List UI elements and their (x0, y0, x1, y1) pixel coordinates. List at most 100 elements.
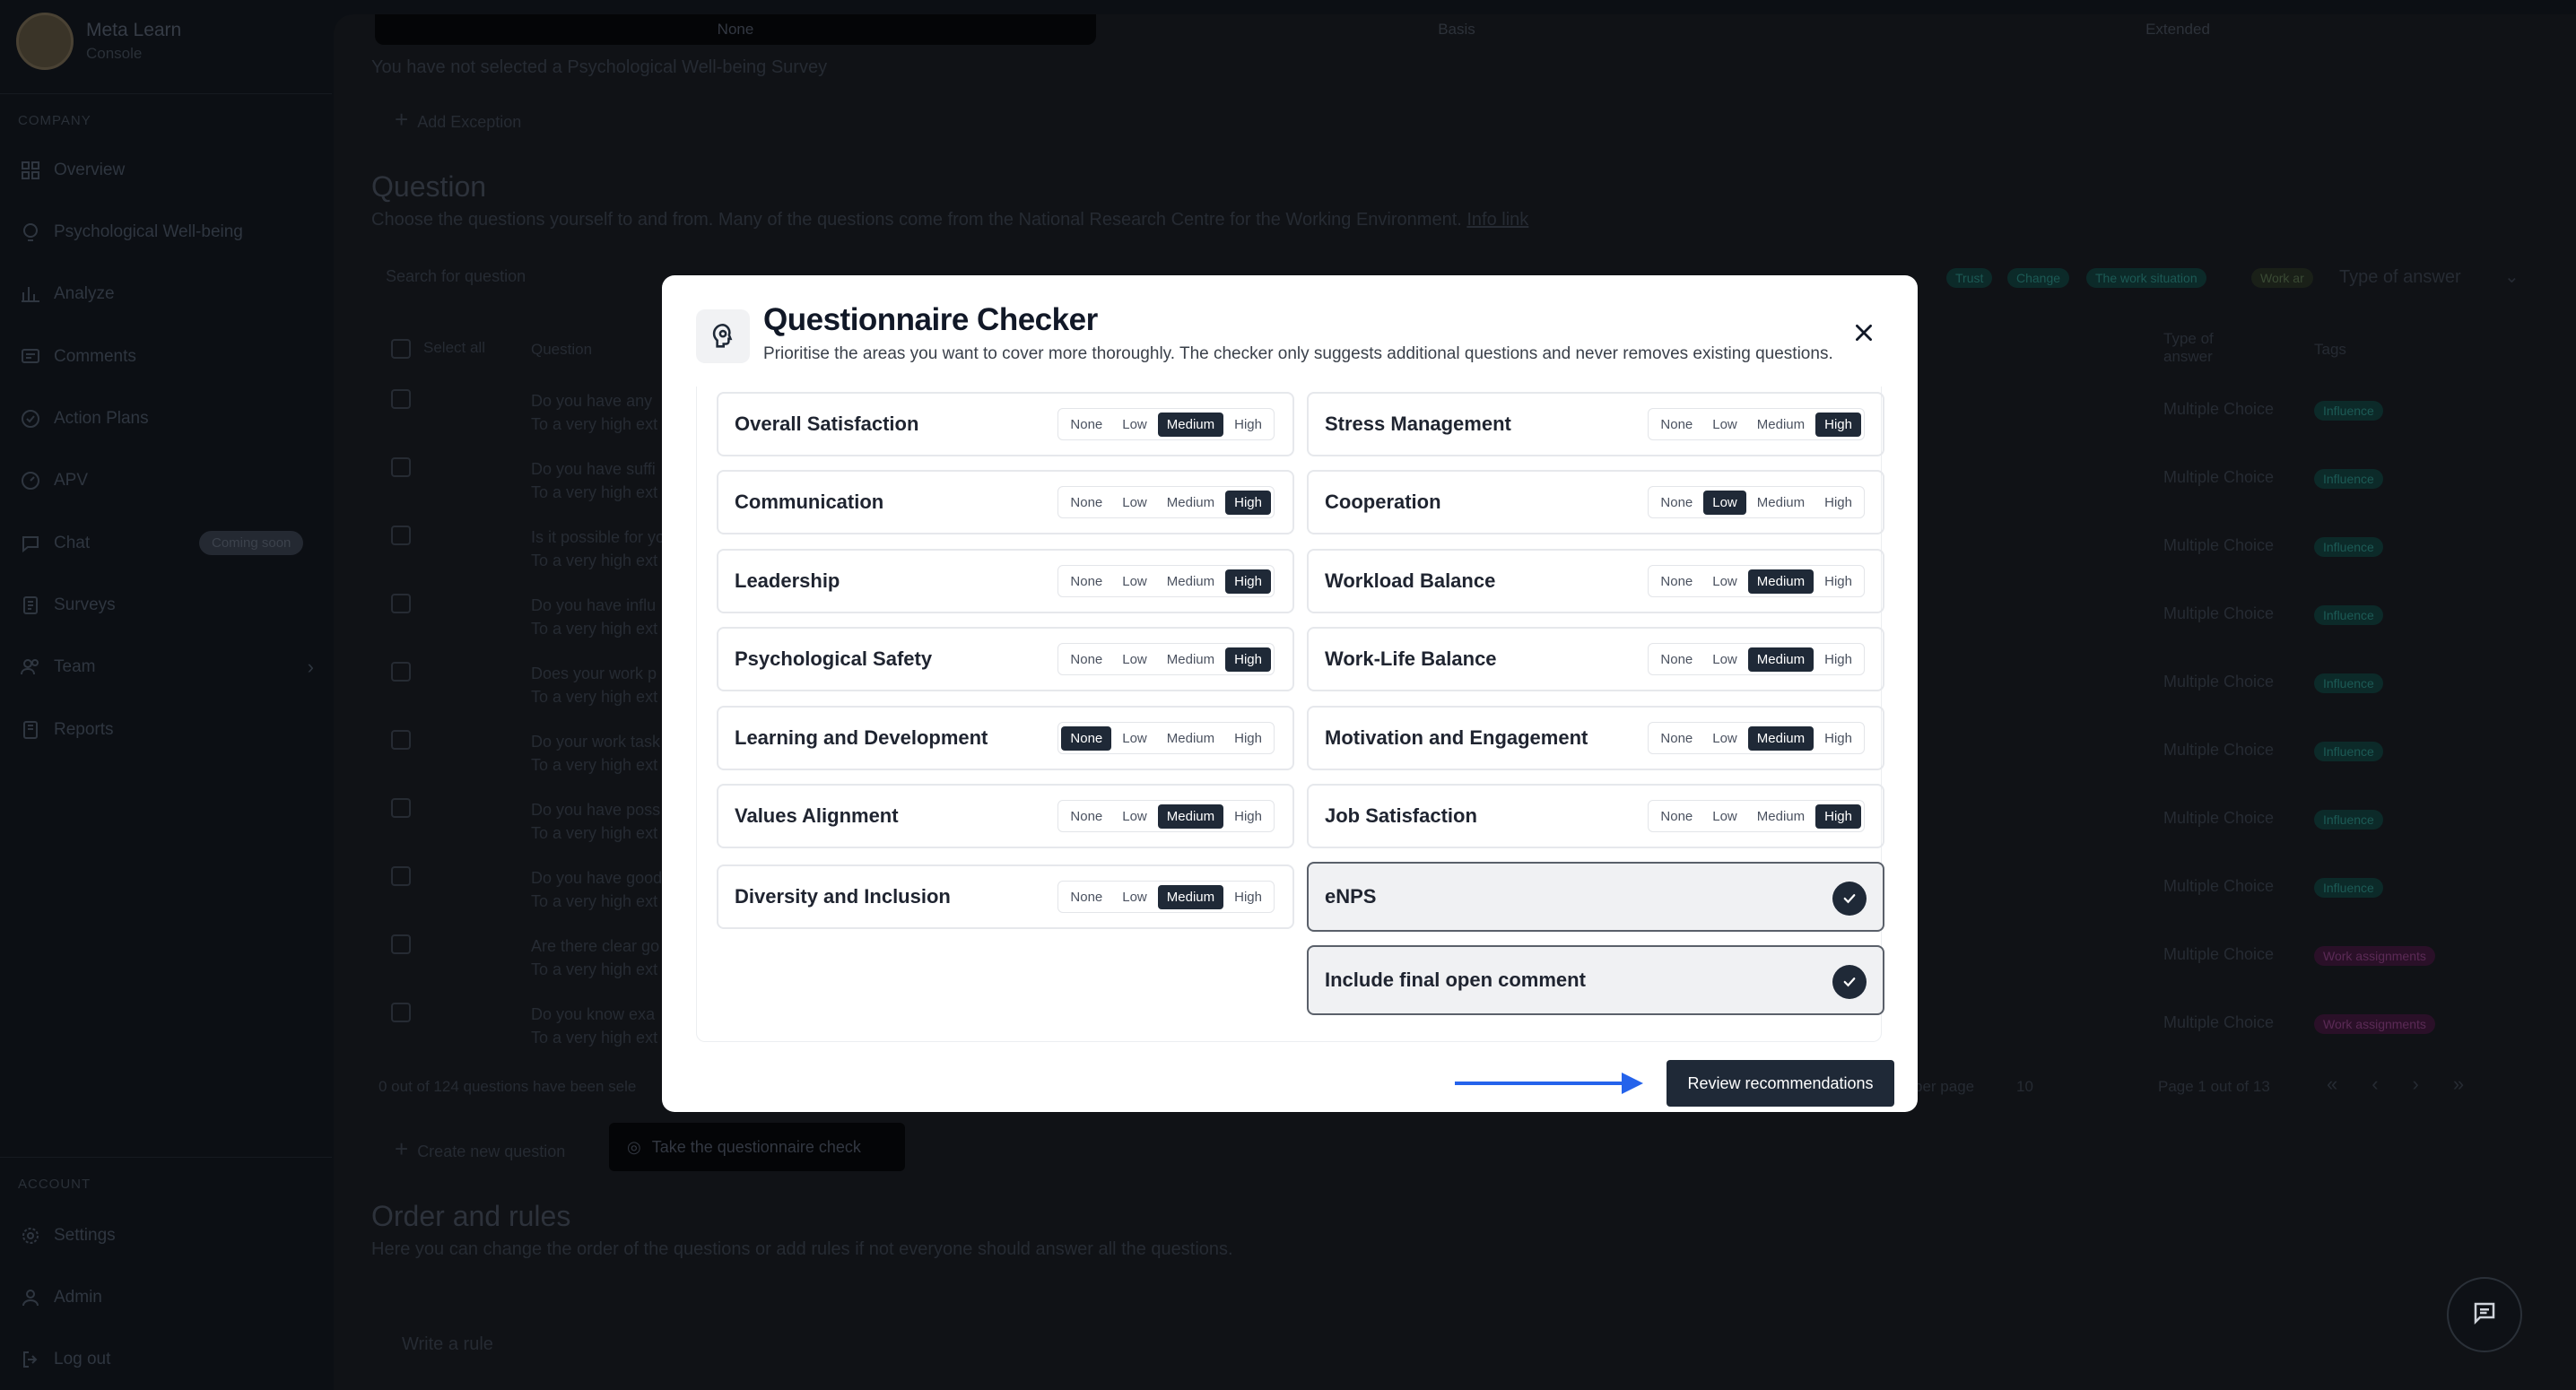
option-medium[interactable]: Medium (1747, 647, 1815, 672)
option-none[interactable]: None (1651, 726, 1701, 751)
option-none[interactable]: None (1061, 725, 1112, 751)
search-question-input[interactable]: Search for question (386, 267, 526, 286)
sidebar-item-overview[interactable]: Overview (18, 158, 314, 183)
option-medium[interactable]: Medium (1748, 804, 1814, 829)
filter-tag[interactable]: Work ar (2251, 268, 2313, 288)
option-medium[interactable]: Medium (1748, 413, 1814, 437)
sidebar-item-admin[interactable]: Admin (18, 1285, 314, 1310)
option-none[interactable]: None (1061, 647, 1111, 672)
option-low[interactable]: Low (1113, 804, 1156, 829)
row-checkbox[interactable] (391, 934, 411, 954)
option-medium[interactable]: Medium (1747, 569, 1815, 594)
row-checkbox[interactable] (391, 798, 411, 818)
option-low[interactable]: Low (1113, 491, 1156, 515)
option-high[interactable]: High (1815, 491, 1861, 515)
option-high[interactable]: High (1815, 804, 1861, 829)
sidebar-item-action-plans[interactable]: Action Plans (18, 406, 314, 431)
option-low[interactable]: Low (1113, 647, 1156, 672)
close-icon[interactable] (1848, 317, 1880, 349)
sidebar-item-analyze[interactable]: Analyze (18, 282, 314, 307)
option-none[interactable]: None (1061, 804, 1111, 829)
option-low[interactable]: Low (1703, 490, 1746, 515)
option-low[interactable]: Low (1703, 647, 1746, 672)
option-none[interactable]: None (1061, 413, 1111, 437)
create-new-question-button[interactable]: + Create new question (395, 1135, 565, 1163)
option-high[interactable]: High (1225, 569, 1271, 594)
row-checkbox[interactable] (391, 594, 411, 613)
option-low[interactable]: Low (1113, 413, 1156, 437)
option-none[interactable]: None (1651, 647, 1701, 672)
review-recommendations-button[interactable]: Review recommendations (1667, 1060, 1894, 1107)
row-checkbox[interactable] (391, 662, 411, 682)
sidebar-item-surveys[interactable]: Surveys (18, 593, 314, 618)
option-none[interactable]: None (1061, 491, 1111, 515)
sidebar-item-apv[interactable]: APV (18, 468, 314, 493)
sidebar-item-psychological-well-being[interactable]: Psychological Well-being (18, 220, 314, 245)
sidebar-item-log-out[interactable]: Log out (18, 1347, 314, 1372)
option-low[interactable]: Low (1703, 726, 1746, 751)
pagination-controls[interactable]: «‹›» (2327, 1073, 2498, 1096)
sidebar-item-reports[interactable]: Reports (18, 717, 314, 743)
tab-none[interactable]: None (375, 14, 1096, 45)
rule-input[interactable]: Write a rule (402, 1334, 493, 1355)
answer-type: Multiple Choice (2163, 741, 2275, 759)
option-none[interactable]: None (1061, 885, 1111, 909)
option-low[interactable]: Low (1113, 885, 1156, 909)
option-high[interactable]: High (1815, 647, 1861, 672)
type-of-answer-filter[interactable]: Type of answer (2339, 267, 2461, 288)
row-checkbox[interactable] (391, 866, 411, 886)
option-low[interactable]: Low (1113, 726, 1156, 751)
add-exception-button[interactable]: + Add Exception (395, 106, 521, 134)
option-medium[interactable]: Medium (1158, 647, 1223, 672)
tab-basis[interactable]: Basis (1096, 14, 1817, 45)
row-checkbox[interactable] (391, 389, 411, 409)
option-high[interactable]: High (1225, 804, 1271, 829)
sidebar-item-label: Log out (54, 1350, 111, 1368)
option-low[interactable]: Low (1703, 569, 1746, 594)
option-none[interactable]: None (1651, 804, 1701, 829)
brand[interactable]: Meta Learn Console (16, 13, 181, 70)
select-all-checkbox[interactable] (391, 339, 411, 359)
option-high[interactable]: High (1815, 569, 1861, 594)
tab-extended[interactable]: Extended (1817, 14, 2538, 45)
row-checkbox[interactable] (391, 457, 411, 477)
option-none[interactable]: None (1061, 569, 1111, 594)
option-high[interactable]: High (1225, 647, 1271, 672)
option-low[interactable]: Low (1703, 413, 1746, 437)
sidebar-item-comments[interactable]: Comments (18, 344, 314, 369)
option-medium[interactable]: Medium (1158, 569, 1223, 594)
row-checkbox[interactable] (391, 1003, 411, 1022)
sidebar-item-settings[interactable]: Settings (18, 1223, 314, 1248)
per-page-select[interactable]: 10 (2016, 1078, 2033, 1096)
option-medium[interactable]: Medium (1158, 726, 1223, 751)
option-high[interactable]: High (1815, 726, 1861, 751)
filter-tag[interactable]: The work situation (2086, 268, 2206, 288)
option-none[interactable]: None (1651, 413, 1701, 437)
filter-tag[interactable]: Change (2007, 268, 2070, 288)
option-medium[interactable]: Medium (1157, 412, 1224, 437)
option-medium[interactable]: Medium (1157, 884, 1224, 909)
option-high[interactable]: High (1225, 726, 1271, 751)
option-low[interactable]: Low (1703, 804, 1746, 829)
option-medium[interactable]: Medium (1747, 725, 1815, 751)
info-link[interactable]: Info link (1466, 210, 1528, 230)
option-high[interactable]: High (1225, 885, 1271, 909)
take-questionnaire-check-button[interactable]: ◎ Take the questionnaire check (609, 1123, 905, 1171)
chat-widget-button[interactable] (2447, 1277, 2522, 1352)
chat-icon (2471, 1299, 2498, 1331)
option-medium[interactable]: Medium (1748, 491, 1814, 515)
option-none[interactable]: None (1651, 491, 1701, 515)
row-checkbox[interactable] (391, 730, 411, 750)
row-checkbox[interactable] (391, 526, 411, 545)
option-high[interactable]: High (1225, 490, 1271, 515)
option-none[interactable]: None (1651, 569, 1701, 594)
toggle-card-final-open-comment[interactable]: Include final open comment (1307, 945, 1884, 1015)
filter-tag[interactable]: Trust (1946, 268, 1993, 288)
toggle-card-enps[interactable]: eNPS (1307, 862, 1884, 932)
option-high[interactable]: High (1815, 412, 1861, 437)
option-medium[interactable]: Medium (1157, 804, 1224, 829)
option-high[interactable]: High (1225, 413, 1271, 437)
option-low[interactable]: Low (1113, 569, 1156, 594)
sidebar-item-team[interactable]: Team › (18, 655, 314, 680)
option-medium[interactable]: Medium (1158, 491, 1223, 515)
